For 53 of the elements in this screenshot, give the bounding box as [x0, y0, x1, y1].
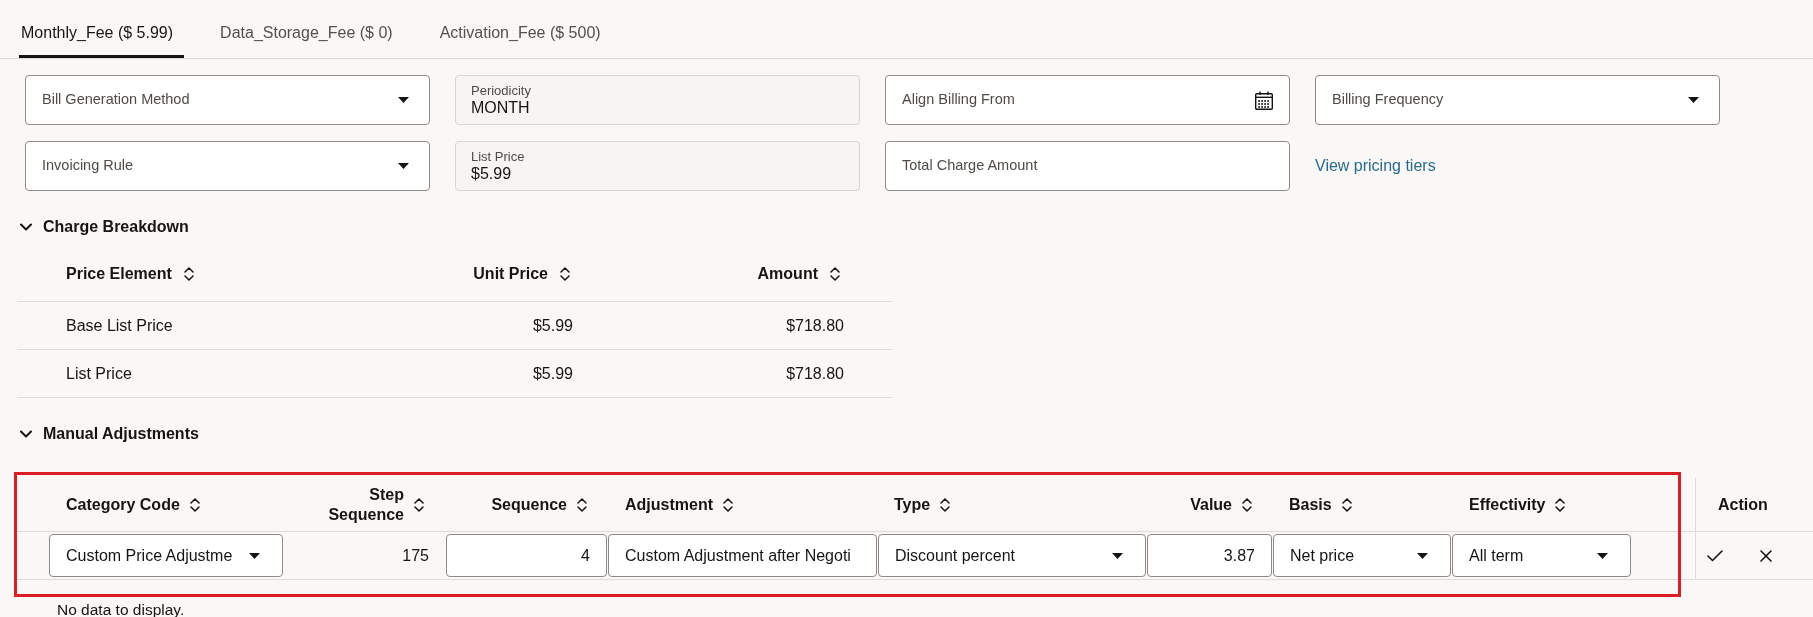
- chevron-down-icon[interactable]: [20, 428, 32, 440]
- column-header[interactable]: Sequence: [491, 492, 587, 517]
- input-field[interactable]: 3.87: [1147, 534, 1272, 577]
- column-header[interactable]: Amount: [757, 261, 840, 286]
- field-value: $5.99: [471, 164, 512, 183]
- price-element-label: List Price: [66, 363, 132, 384]
- input-field[interactable]: 4: [446, 534, 607, 577]
- field-value: MONTH: [471, 98, 530, 117]
- check-icon[interactable]: [1707, 549, 1723, 562]
- field-label: List Price: [471, 149, 525, 164]
- column-header[interactable]: Effectivity: [1469, 492, 1566, 517]
- tab[interactable]: Monthly_Fee ($ 5.99): [19, 0, 185, 58]
- dropdown-field[interactable]: Bill Generation Method: [25, 75, 430, 125]
- caret-icon: [398, 97, 409, 103]
- column-header[interactable]: Step Sequence: [324, 484, 424, 525]
- calendar-icon[interactable]: [1255, 90, 1273, 110]
- price-element-label: Base List Price: [66, 315, 173, 336]
- step-sequence-value: 175: [402, 545, 429, 566]
- caret-icon: [1112, 552, 1123, 559]
- pricing-tiers-link[interactable]: View pricing tiers: [1315, 154, 1436, 178]
- section-title: Manual Adjustments: [43, 424, 199, 444]
- column-header[interactable]: Category Code: [66, 492, 200, 517]
- dropdown-field[interactable]: Discount percent: [878, 534, 1146, 577]
- column-header[interactable]: Basis: [1289, 492, 1352, 517]
- dropdown-field[interactable]: Net price: [1273, 534, 1451, 577]
- column-header[interactable]: Type: [894, 492, 951, 517]
- tab[interactable]: Activation_Fee ($ 500): [437, 0, 612, 58]
- chevron-down-icon[interactable]: [20, 221, 32, 233]
- amount-value: $718.80: [786, 315, 844, 336]
- column-header[interactable]: Value: [1190, 492, 1252, 517]
- caret-icon: [1688, 97, 1699, 103]
- tab[interactable]: Data_Storage_Fee ($ 0): [218, 0, 404, 58]
- column-header[interactable]: Unit Price: [473, 261, 570, 286]
- section-title: Charge Breakdown: [43, 217, 189, 237]
- column-header[interactable]: Price Element: [66, 261, 194, 286]
- field-label: Periodicity: [471, 83, 531, 98]
- date-field[interactable]: Align Billing From: [885, 75, 1290, 125]
- amount-value: $718.80: [786, 363, 844, 384]
- caret-icon: [249, 552, 260, 559]
- caret-icon: [1597, 552, 1608, 559]
- unit-price-value: $5.99: [532, 363, 573, 384]
- caret-icon: [1417, 552, 1428, 559]
- input-field[interactable]: Total Charge Amount: [885, 141, 1290, 191]
- dropdown-field[interactable]: Invoicing Rule: [25, 141, 430, 191]
- dropdown-field[interactable]: Billing Frequency: [1315, 75, 1720, 125]
- input-field[interactable]: Custom Adjustment after Negoti: [608, 534, 877, 577]
- unit-price-value: $5.99: [532, 315, 573, 336]
- dropdown-field[interactable]: Custom Price Adjustme: [49, 534, 283, 577]
- column-header: Action: [1718, 494, 1768, 515]
- close-icon[interactable]: [1760, 549, 1772, 562]
- column-header[interactable]: Adjustment: [625, 492, 733, 517]
- dropdown-field[interactable]: All term: [1452, 534, 1631, 577]
- caret-icon: [398, 163, 409, 169]
